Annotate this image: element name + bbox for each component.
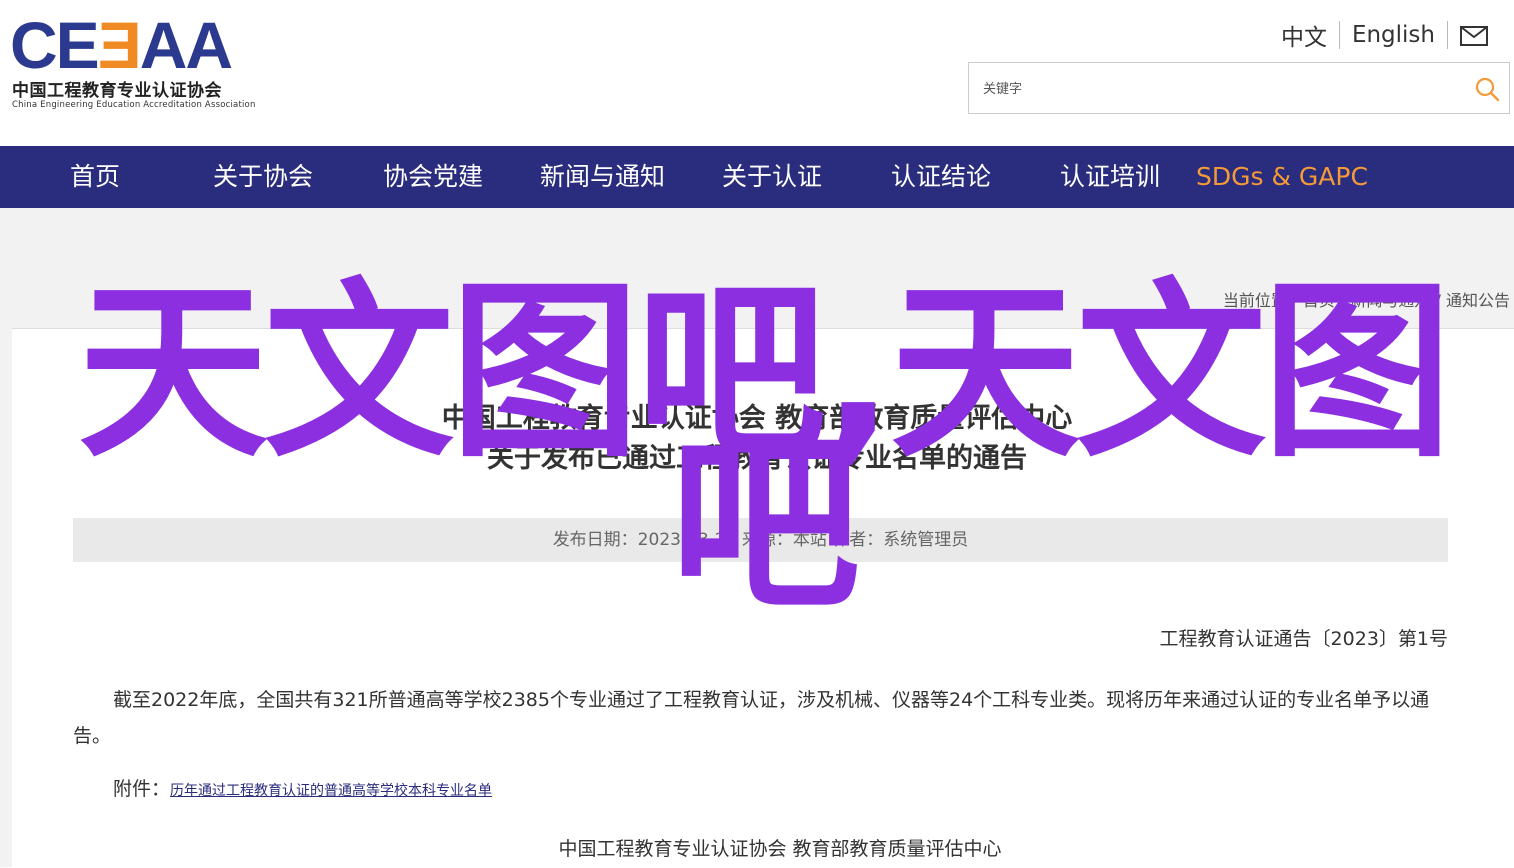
search-icon[interactable] (1473, 75, 1501, 103)
nav-item-results[interactable]: 认证结论 (891, 146, 991, 208)
nav-item-about[interactable]: 关于协会 (213, 146, 313, 208)
language-switcher: 中文 English (1281, 18, 1488, 52)
article-title-line2: 关于发布已通过工程教育认证专业名单的通告 (487, 443, 1027, 474)
nav-item-news[interactable]: 新闻与通知 (540, 146, 665, 208)
logo-english-name: China Engineering Education Accreditatio… (12, 100, 256, 110)
nav-item-sdgs-gapc[interactable]: SDGs & GAPC (1196, 146, 1368, 208)
nav-item-accreditation[interactable]: 关于认证 (722, 146, 822, 208)
notice-number: 工程教育认证通告〔2023〕第1号 (1159, 628, 1448, 650)
nav-item-training[interactable]: 认证培训 (1060, 146, 1160, 208)
main-nav: 首页 关于协会 协会党建 新闻与通知 关于认证 认证结论 认证培训 SDGs &… (0, 146, 1514, 208)
breadcrumb-separator: / (1430, 291, 1446, 310)
breadcrumb-news[interactable]: 新闻与通知 (1350, 291, 1430, 310)
article-title-line1: 中国工程教育专业认证协会 教育部教育质量评估中心 (441, 403, 1073, 434)
attachment: 附件：历年通过工程教育认证的普通高等学校本科专业名单 (113, 774, 492, 801)
mail-icon[interactable] (1460, 26, 1488, 46)
article-meta: 发布日期：2023-03-28 来源：本站 作者：系统管理员 (73, 518, 1448, 562)
attachment-link[interactable]: 历年通过工程教育认证的普通高等学校本科专业名单 (170, 783, 492, 799)
breadcrumb-home[interactable]: 首页 (1303, 291, 1335, 310)
ceeaa-logo[interactable]: CEƎAA 中国工程教育专业认证协会 China Engineering Edu… (10, 8, 270, 114)
breadcrumb-notices[interactable]: 通知公告 (1446, 291, 1510, 310)
breadcrumb-separator: / (1334, 291, 1351, 310)
nav-item-home[interactable]: 首页 (70, 146, 120, 208)
lang-chinese-link[interactable]: 中文 (1281, 18, 1327, 52)
breadcrumb: 当前位置：首页 / 新闻与通知 / 通知公告 (1223, 287, 1510, 311)
logo-mark: CEƎAA (10, 8, 233, 82)
article-paragraph: 截至2022年底，全国共有321所普通高等学校2385个专业通过了工程教育认证，… (73, 689, 1430, 747)
nav-item-party[interactable]: 协会党建 (383, 146, 483, 208)
search-input[interactable] (981, 77, 1465, 101)
article-signature: 中国工程教育专业认证协会 教育部教育质量评估中心 (558, 838, 1002, 860)
logo-chinese-name: 中国工程教育专业认证协会 (12, 81, 222, 101)
lang-english-link[interactable]: English (1352, 22, 1435, 48)
lang-divider (1447, 21, 1448, 49)
site-header: CEƎAA 中国工程教育专业认证协会 China Engineering Edu… (0, 0, 1514, 146)
lang-divider (1338, 21, 1340, 49)
breadcrumb-label: 当前位置： (1222, 291, 1303, 310)
attachment-label: 附件： (113, 778, 171, 800)
search-box (968, 62, 1510, 114)
